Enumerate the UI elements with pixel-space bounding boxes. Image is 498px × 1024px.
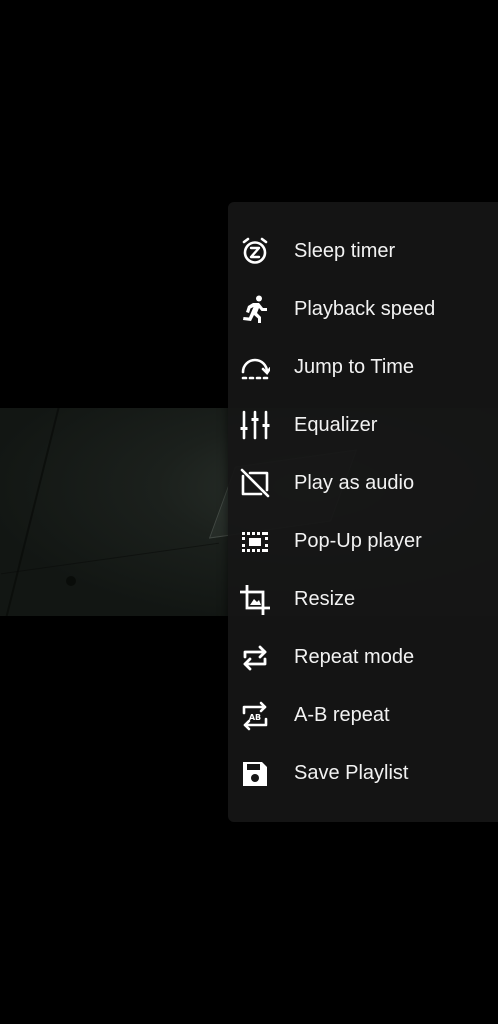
video-content-crack [1, 408, 62, 616]
save-floppy-icon [240, 759, 270, 789]
menu-item-label: Resize [294, 588, 356, 611]
menu-item-repeat-mode[interactable]: Repeat mode [228, 629, 498, 687]
picture-in-picture-icon [240, 527, 270, 557]
menu-item-sleep-timer[interactable]: Sleep timer [228, 222, 498, 280]
menu-item-label: Play as audio [294, 471, 415, 494]
jump-arc-icon [240, 352, 270, 382]
svg-text:AB: AB [249, 713, 261, 722]
running-person-icon [240, 294, 270, 324]
equalizer-sliders-icon [240, 410, 270, 440]
player-screen: Sleep timer Playback speed Jump to Time [0, 0, 498, 1024]
menu-item-label: Equalizer [294, 413, 378, 436]
menu-item-ab-repeat[interactable]: AB A-B repeat [228, 687, 498, 745]
menu-item-equalizer[interactable]: Equalizer [228, 396, 498, 454]
menu-item-resize[interactable]: Resize [228, 571, 498, 629]
repeat-icon [240, 643, 270, 673]
menu-item-label: Sleep timer [294, 239, 396, 262]
video-content-spot [66, 576, 76, 586]
crop-icon [240, 584, 270, 615]
menu-item-popup-player[interactable]: Pop-Up player [228, 512, 498, 570]
menu-item-label: A-B repeat [294, 704, 390, 727]
menu-item-label: Jump to Time [294, 355, 415, 378]
menu-item-label: Playback speed [294, 297, 436, 320]
overflow-menu: Sleep timer Playback speed Jump to Time [228, 202, 498, 822]
menu-item-play-as-audio[interactable]: Play as audio [228, 454, 498, 512]
video-off-icon [240, 468, 270, 498]
ab-repeat-icon: AB [240, 701, 270, 731]
menu-item-playback-speed[interactable]: Playback speed [228, 280, 498, 338]
alarm-snooze-icon [240, 236, 270, 266]
menu-item-label: Repeat mode [294, 646, 415, 669]
menu-item-save-playlist[interactable]: Save Playlist [228, 745, 498, 803]
video-content-crack [1, 542, 219, 575]
menu-item-label: Save Playlist [294, 762, 409, 785]
menu-item-label: Pop-Up player [294, 530, 422, 553]
menu-item-jump-to-time[interactable]: Jump to Time [228, 338, 498, 396]
